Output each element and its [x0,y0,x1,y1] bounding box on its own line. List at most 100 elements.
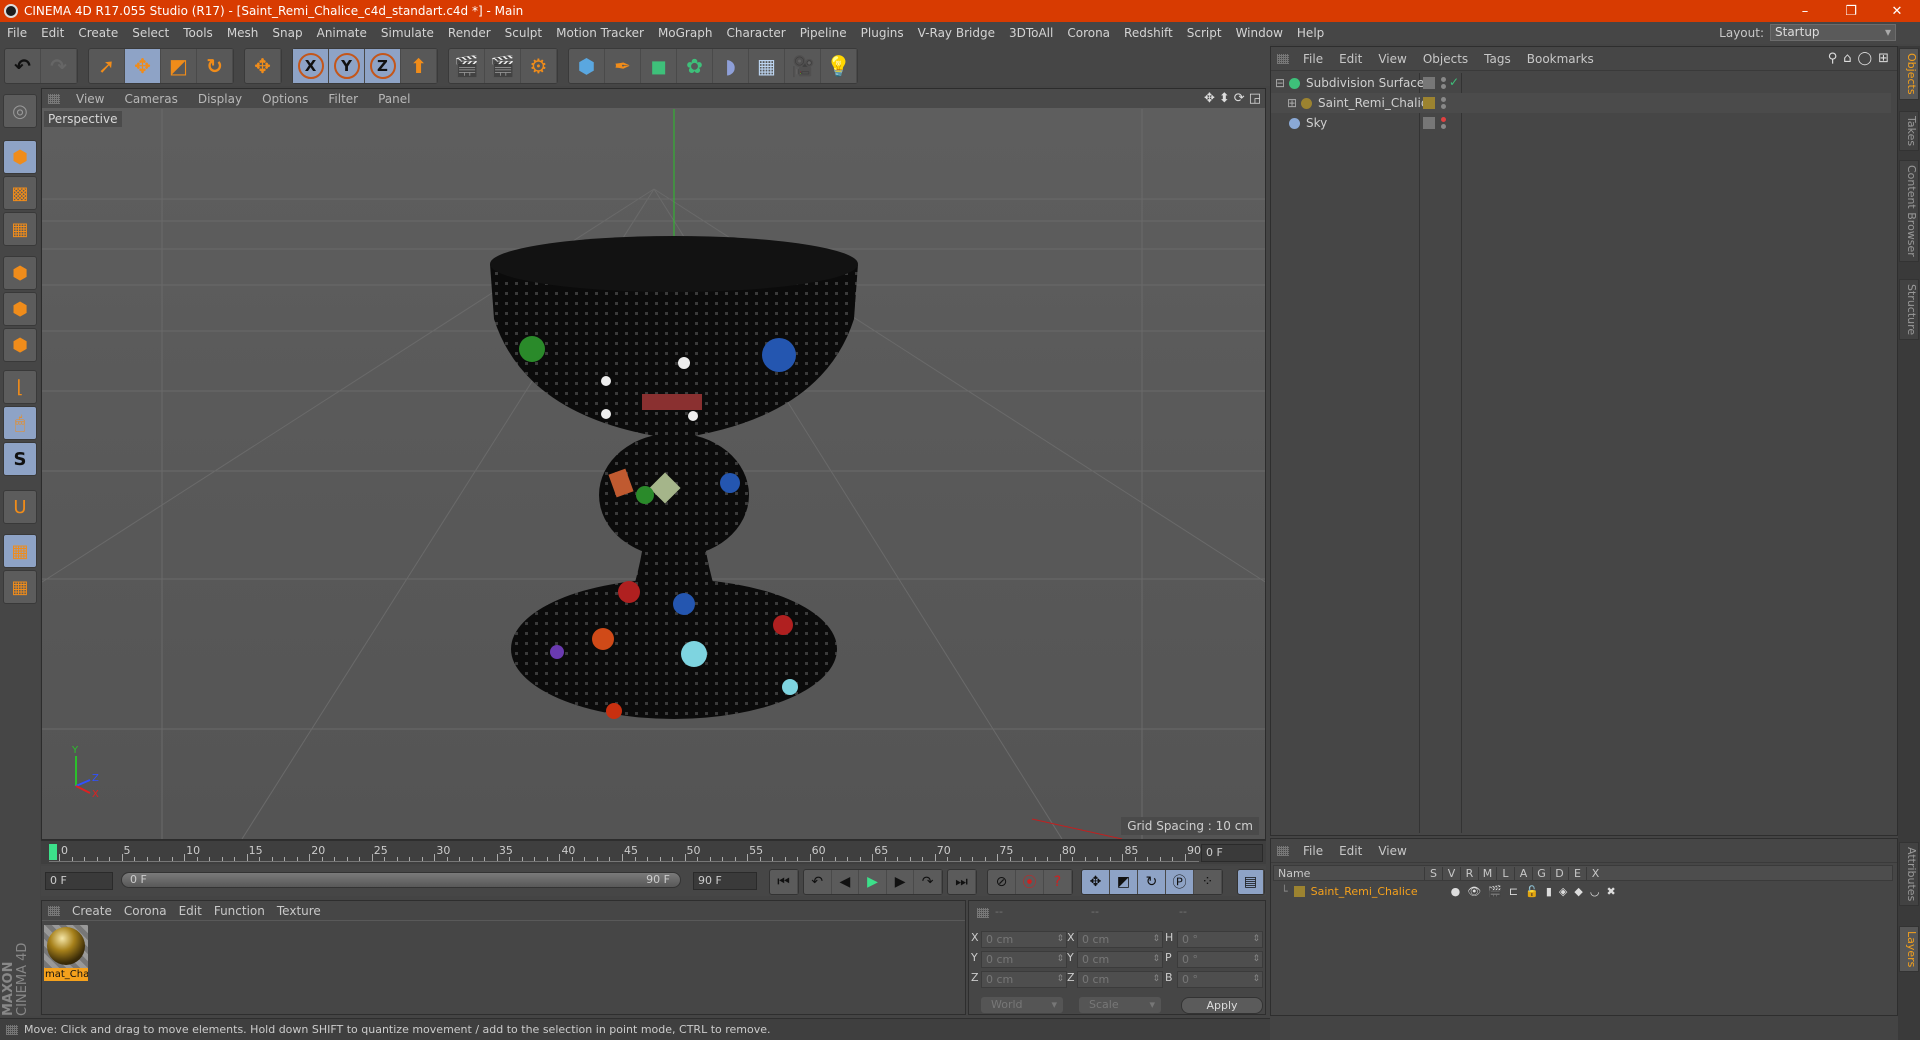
menu-mesh[interactable]: Mesh [220,26,266,40]
rotate-view-icon[interactable]: ⟳ [1234,91,1245,106]
layer-tag-icon[interactable] [1423,97,1435,109]
z-axis-button[interactable]: Z [365,49,401,83]
axis-mode-button[interactable]: ⌊ [3,370,37,404]
solo-mode-button[interactable]: S [3,442,37,476]
layer-color-swatch[interactable] [1293,885,1305,897]
coord-value-field[interactable]: 0 cm [981,931,1067,948]
object-menu-view[interactable]: View [1370,52,1414,66]
next-key-button[interactable]: ↷ [914,870,942,894]
menu-window[interactable]: Window [1229,26,1290,40]
panel-grip-icon[interactable] [6,1024,18,1035]
menu-animate[interactable]: Animate [310,26,374,40]
start-frame-field[interactable]: 0 F [45,872,113,890]
pla-track-button[interactable]: ⁘ [1194,870,1222,894]
material-menu-texture[interactable]: Texture [271,904,327,918]
subdivision-surface-button[interactable]: ◼ [641,49,677,83]
go-to-start-button[interactable]: ⏮ [770,870,798,894]
side-tab-objects[interactable]: Objects [1899,48,1919,100]
panel-grip-icon[interactable] [977,908,989,918]
solo-flag-icon[interactable]: ● [1451,885,1461,898]
layer-tag-icon[interactable] [1423,117,1435,129]
side-tab-takes[interactable]: Takes [1899,111,1919,152]
minimize-button[interactable]: – [1782,0,1828,22]
coord-value-field[interactable]: 0 ° [1177,951,1263,968]
menu-select[interactable]: Select [125,26,176,40]
expand-toggle-icon[interactable]: ⊞ [1287,96,1299,110]
menu-corona[interactable]: Corona [1060,26,1117,40]
manager-flag-icon[interactable]: ⊏ [1509,885,1518,898]
current-frame-marker[interactable] [49,844,57,860]
object-menu-objects[interactable]: Objects [1415,52,1476,66]
visible-flag-icon[interactable]: 👁 [1467,885,1481,898]
viewport-menu-view[interactable]: View [66,92,114,106]
last-tool-button[interactable]: ✥ [245,49,281,83]
x-axis-button[interactable]: X [293,49,329,83]
layer-column-g[interactable]: G [1532,866,1550,880]
material-menu-edit[interactable]: Edit [173,904,208,918]
material-name[interactable]: mat_Cha [44,968,88,981]
layer-column-v[interactable]: V [1442,866,1460,880]
apply-button[interactable]: Apply [1181,997,1263,1014]
workplane-mode-button[interactable]: ▦ [3,212,37,246]
object-menu-bookmarks[interactable]: Bookmarks [1519,52,1602,66]
menu-3dtoall[interactable]: 3DToAll [1002,26,1060,40]
object-menu-edit[interactable]: Edit [1331,52,1370,66]
parameter-track-button[interactable]: Ⓟ [1166,870,1194,894]
viewport-menu-panel[interactable]: Panel [368,92,420,106]
layer-row[interactable]: └ Saint_Remi_Chalice ● 👁 🎬 ⊏ 🔓 ▮ ◈ ◆ ◡ ✖ [1273,883,1893,899]
model-mode-button[interactable]: ⬢ [3,140,37,174]
object-row[interactable]: Sky [1271,113,1891,133]
viewport-menu-filter[interactable]: Filter [318,92,368,106]
menu-plugins[interactable]: Plugins [854,26,911,40]
layout-dropdown[interactable]: Startup [1770,24,1896,41]
material-menu-corona[interactable]: Corona [118,904,173,918]
menu-create[interactable]: Create [71,26,125,40]
current-frame-field[interactable]: 0 F [1201,844,1263,862]
cube-button[interactable]: ⬢ [569,49,605,83]
layer-column-l[interactable]: L [1496,866,1514,880]
undo-button[interactable]: ↶ [5,49,41,83]
make-editable-button[interactable]: ◎ [3,94,37,128]
move-button[interactable]: ✥ [125,49,161,83]
object-row[interactable]: ⊞ Saint_Remi_Chalice [1271,93,1891,113]
coordinate-system-button[interactable]: ⬆ [401,49,437,83]
material-menu-function[interactable]: Function [208,904,271,918]
menu-help[interactable]: Help [1290,26,1331,40]
coord-value-field[interactable]: 0 cm [1077,931,1163,948]
redo-button[interactable]: ↷ [41,49,77,83]
layer-menu-file[interactable]: File [1295,844,1331,858]
layer-name[interactable]: Saint_Remi_Chalice [1311,885,1451,898]
object-name[interactable]: Subdivision Surface [1306,76,1426,90]
previous-frame-button[interactable]: ◀ [832,870,860,894]
planar-workplane-button[interactable]: ▦ [3,570,37,604]
timeline-ruler[interactable]: 0 5 10 15 20 25 30 35 40 45 50 55 60 65 70 75 80 85 90 0 F [41,840,1266,864]
points-mode-button[interactable]: ⬢ [3,256,37,290]
live-selection-button[interactable]: ➚ [89,49,125,83]
light-button[interactable]: 💡 [821,49,857,83]
frame-ruler[interactable]: 0 5 10 15 20 25 30 35 40 45 50 55 60 65 70 75 80 85 90 [49,844,1201,862]
enabled-check-icon[interactable]: ✓ [1449,75,1459,89]
frame-range-slider[interactable]: 0 F 90 F [121,872,681,888]
layer-tag-icon[interactable] [1423,77,1435,89]
layer-column-x[interactable]: X [1586,866,1604,880]
polygons-mode-button[interactable]: ⬢ [3,328,37,362]
tweak-mode-button[interactable]: 🖱 [3,406,37,440]
restore-button[interactable]: ❐ [1828,0,1874,22]
close-button[interactable]: ✕ [1874,0,1920,22]
layer-column-r[interactable]: R [1460,866,1478,880]
position-track-button[interactable]: ✥ [1082,870,1110,894]
layer-column-s[interactable]: S [1424,866,1442,880]
scale-button[interactable]: ◩ [161,49,197,83]
menu-motion-tracker[interactable]: Motion Tracker [549,26,651,40]
coord-value-field[interactable]: 0 cm [1077,951,1163,968]
menu-pipeline[interactable]: Pipeline [793,26,854,40]
locked-workplane-button[interactable]: ▦ [3,534,37,568]
side-tab-attributes[interactable]: Attributes [1899,842,1919,907]
side-tab-content-browser[interactable]: Content Browser [1899,160,1919,262]
lock-flag-icon[interactable]: 🔓 [1525,885,1539,898]
search-icon[interactable]: ⚲ [1828,51,1838,66]
menu-mograph[interactable]: MoGraph [651,26,720,40]
y-axis-button[interactable]: Y [329,49,365,83]
render-view-button[interactable]: 🎬 [449,49,485,83]
menu-simulate[interactable]: Simulate [374,26,441,40]
